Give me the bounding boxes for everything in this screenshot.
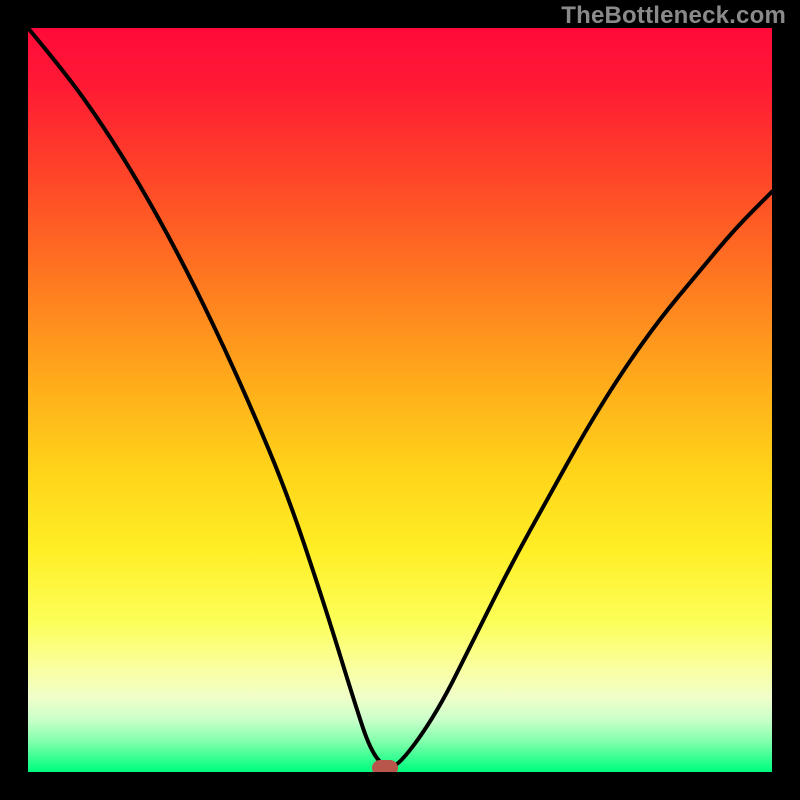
plot-area [28,28,772,772]
curve-layer [28,28,772,772]
chart-frame: TheBottleneck.com [0,0,800,800]
optimal-point-marker [372,760,398,772]
watermark-text: TheBottleneck.com [561,2,786,30]
bottleneck-curve [28,28,772,767]
